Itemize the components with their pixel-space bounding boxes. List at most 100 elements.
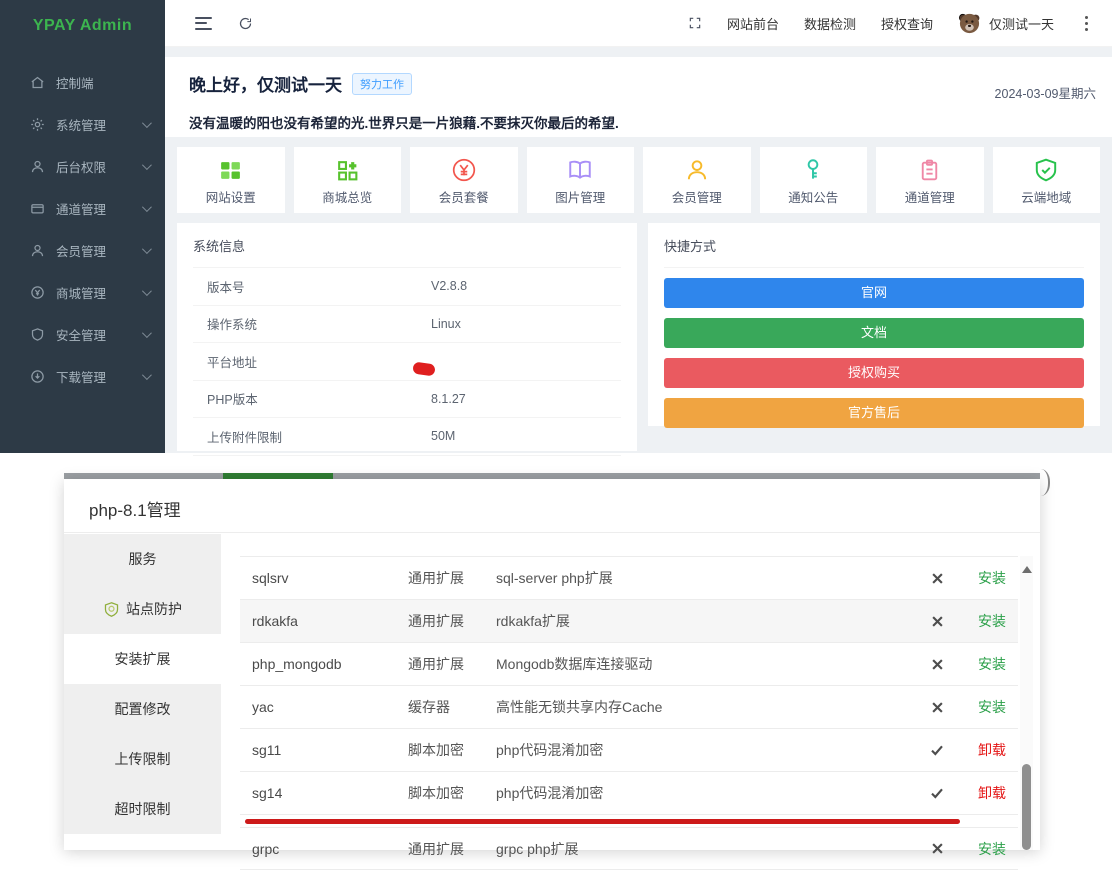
fullscreen-icon[interactable] <box>688 16 702 30</box>
cross-icon <box>908 841 966 856</box>
more-menu-icon[interactable] <box>1079 14 1094 33</box>
cross-icon <box>908 571 966 586</box>
cross-icon <box>908 657 966 672</box>
install-link[interactable]: 安装 <box>966 839 1018 859</box>
php-manager-window: php-8.1管理 服务 站点防护 安装扩展 配置修改 上传限制 超时限制 sq… <box>64 479 1040 850</box>
cross-icon <box>908 614 966 629</box>
user-menu[interactable]: 仅测试一天 <box>958 12 1054 35</box>
card-member-manage[interactable]: 会员管理 <box>643 147 751 213</box>
site-shield-icon <box>103 601 120 618</box>
link-data-check[interactable]: 数据检测 <box>804 14 856 33</box>
book-icon <box>527 156 635 184</box>
sidebar-item-dashboard[interactable]: 控制端 <box>0 61 165 103</box>
menu-item-site-protect[interactable]: 站点防护 <box>64 584 221 634</box>
menu-item-config[interactable]: 配置修改 <box>64 684 221 734</box>
squares-icon <box>294 156 402 184</box>
window-edge-curve <box>1041 469 1050 496</box>
member-icon <box>30 243 45 258</box>
key-icon <box>760 156 868 184</box>
clipboard-icon <box>876 156 984 184</box>
after-sales-button[interactable]: 官方售后 <box>664 398 1084 428</box>
card-image-manage[interactable]: 图片管理 <box>527 147 635 213</box>
shortcuts-title: 快捷方式 <box>664 236 1084 268</box>
install-link[interactable]: 安装 <box>966 568 1018 588</box>
menu-item-service[interactable]: 服务 <box>64 534 221 584</box>
card-channel-manage[interactable]: 通道管理 <box>876 147 984 213</box>
menu-item-install-ext[interactable]: 安装扩展 <box>64 634 221 684</box>
mall-icon <box>30 285 45 300</box>
home-icon <box>30 75 45 90</box>
check-icon <box>908 742 966 758</box>
table-row-sg14: sg14 脚本加密 php代码混淆加密 卸载 <box>240 772 1018 815</box>
username: 仅测试一天 <box>989 14 1054 33</box>
official-site-button[interactable]: 官网 <box>664 278 1084 308</box>
system-info-title: 系统信息 <box>193 236 621 268</box>
sidebar-menu: 控制端 系统管理 后台权限 通道管理 会员管理 商城管理 <box>0 61 165 397</box>
gear-icon <box>30 117 45 132</box>
table-row-rdkakfa: rdkakfa 通用扩展 rdkakfa扩展 安装 <box>240 600 1018 643</box>
greeting-card: 晚上好，仅测试一天 努力工作 2024-03-09星期六 没有温暖的阳也没有希望… <box>165 57 1112 137</box>
refresh-icon[interactable] <box>238 16 253 31</box>
install-link[interactable]: 安装 <box>966 611 1018 631</box>
user-icon <box>30 159 45 174</box>
info-row-os: 操作系统 Linux <box>193 306 621 344</box>
sidebar-item-mall[interactable]: 商城管理 <box>0 271 165 313</box>
sidebar-item-system[interactable]: 系统管理 <box>0 103 165 145</box>
sidebar-item-downloads[interactable]: 下载管理 <box>0 355 165 397</box>
chevron-down-icon <box>142 370 152 380</box>
sidebar-item-members[interactable]: 会员管理 <box>0 229 165 271</box>
top-header: 网站前台 数据检测 授权查询 仅测试一天 <box>165 0 1112 47</box>
card-member-package[interactable]: 会员套餐 <box>410 147 518 213</box>
grid-icon <box>177 156 285 184</box>
card-mall-overview[interactable]: 商城总览 <box>294 147 402 213</box>
sidebar-item-channels[interactable]: 通道管理 <box>0 187 165 229</box>
chevron-down-icon <box>142 160 152 170</box>
channel-icon <box>30 201 45 216</box>
collapse-menu-icon[interactable] <box>195 17 212 30</box>
shield-icon <box>30 327 45 342</box>
chevron-down-icon <box>142 286 152 296</box>
docs-button[interactable]: 文档 <box>664 318 1084 348</box>
dashboard-content: 晚上好，仅测试一天 努力工作 2024-03-09星期六 没有温暖的阳也没有希望… <box>165 47 1112 453</box>
table-row-grpc: grpc 通用扩展 grpc php扩展 安装 <box>240 827 1018 870</box>
modal-title: php-8.1管理 <box>64 479 1040 533</box>
table-row-php-mongodb: php_mongodb 通用扩展 Mongodb数据库连接驱动 安装 <box>240 643 1018 686</box>
scroll-up-arrow[interactable] <box>1022 566 1032 573</box>
install-link[interactable]: 安装 <box>966 654 1018 674</box>
status-badge: 努力工作 <box>352 73 412 95</box>
red-marker-underline <box>245 819 960 824</box>
link-site-frontend[interactable]: 网站前台 <box>727 14 779 33</box>
table-scrollbar[interactable] <box>1020 556 1033 850</box>
uninstall-link[interactable]: 卸载 <box>966 740 1018 760</box>
app-logo: YPAY Admin <box>0 0 165 35</box>
cross-icon <box>908 700 966 715</box>
sidebar-item-security[interactable]: 安全管理 <box>0 313 165 355</box>
card-notice[interactable]: 通知公告 <box>760 147 868 213</box>
daily-motto: 没有温暖的阳也没有希望的光.世界只是一片狼藉.不要抹灭你最后的希望. <box>189 112 1098 132</box>
sidebar-item-permissions[interactable]: 后台权限 <box>0 145 165 187</box>
link-license-query[interactable]: 授权查询 <box>881 14 933 33</box>
yen-circle-icon <box>410 156 518 184</box>
table-row-sg11: sg11 脚本加密 php代码混淆加密 卸载 <box>240 729 1018 772</box>
menu-item-timeout-limit[interactable]: 超时限制 <box>64 784 221 834</box>
check-icon <box>908 785 966 801</box>
system-info-panel: 系统信息 版本号 V2.8.8 操作系统 Linux 平台地址 PHP版本 8.… <box>177 223 637 451</box>
avatar <box>958 12 981 35</box>
menu-item-upload-limit[interactable]: 上传限制 <box>64 734 221 784</box>
sidebar: YPAY Admin 控制端 系统管理 后台权限 通道管理 会员管理 商 <box>0 0 165 453</box>
table-scrollbar-thumb[interactable] <box>1022 764 1031 850</box>
chevron-down-icon <box>142 244 152 254</box>
chevron-down-icon <box>142 118 152 128</box>
uninstall-link[interactable]: 卸载 <box>966 783 1018 803</box>
install-link[interactable]: 安装 <box>966 697 1018 717</box>
info-row-platform-url: 平台地址 <box>193 343 621 381</box>
table-row-sqlsrv: sqlsrv 通用扩展 sql-server php扩展 安装 <box>240 557 1018 600</box>
shield-check-icon <box>993 156 1101 184</box>
current-date: 2024-03-09星期六 <box>995 83 1096 102</box>
license-buy-button[interactable]: 授权购买 <box>664 358 1084 388</box>
card-site-settings[interactable]: 网站设置 <box>177 147 285 213</box>
download-icon <box>30 369 45 384</box>
table-row-yac: yac 缓存器 高性能无锁共享内存Cache 安装 <box>240 686 1018 729</box>
card-cloud-region[interactable]: 云端地域 <box>993 147 1101 213</box>
greeting-title: 晚上好，仅测试一天 <box>189 71 342 96</box>
